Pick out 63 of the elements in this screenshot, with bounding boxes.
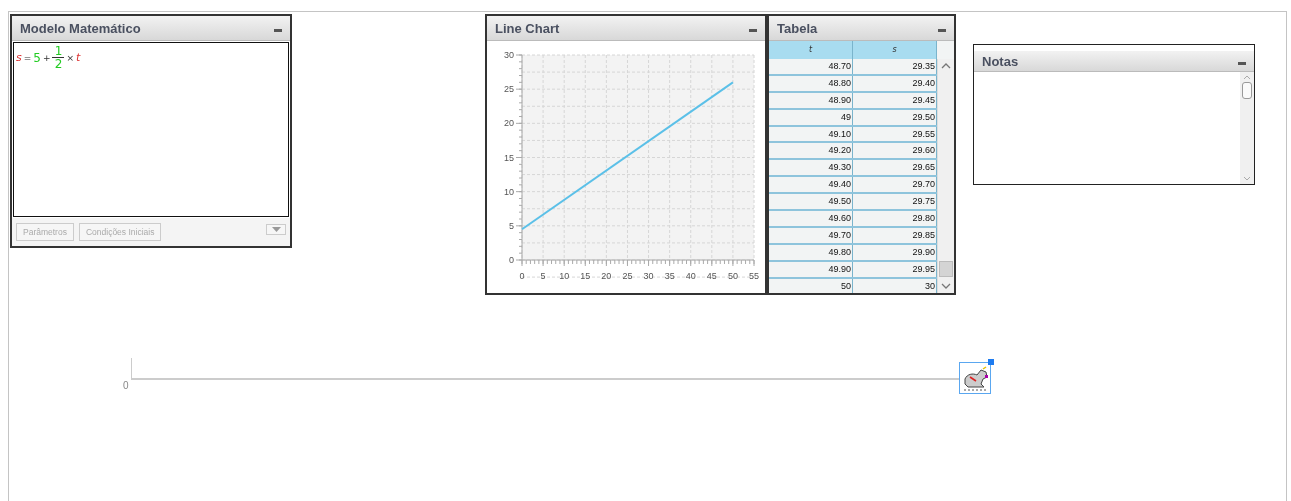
- minimize-button[interactable]: [274, 28, 282, 32]
- y-tick-label: 30: [504, 50, 514, 60]
- x-tick-label: 5: [540, 271, 546, 281]
- table-cell: 48.80: [769, 75, 853, 91]
- table-cell: 49.30: [769, 160, 853, 176]
- table-cell: 49.10: [769, 126, 853, 142]
- panel-title: Line Chart: [495, 20, 560, 36]
- scrollbar[interactable]: [1240, 72, 1254, 184]
- scroll-down-icon[interactable]: [1243, 176, 1251, 181]
- scrollbar[interactable]: [937, 59, 954, 293]
- table-cell: 48.90: [769, 92, 853, 108]
- column-header[interactable]: t: [769, 41, 853, 59]
- x-tick-label: 35: [664, 271, 675, 281]
- x-tick-label: 0: [519, 271, 525, 281]
- minimize-button[interactable]: [938, 28, 946, 32]
- panel-title: Tabela: [777, 20, 818, 36]
- equation-symbol: +: [42, 52, 51, 63]
- equation-symbol: =: [23, 52, 32, 63]
- equation-symbol: s: [16, 51, 22, 64]
- table-cell: 49.60: [769, 211, 853, 226]
- dropdown-button[interactable]: [266, 223, 286, 235]
- table-cell: 50: [769, 278, 853, 293]
- x-tick-label: 15: [580, 271, 591, 281]
- x-tick-label: 55: [749, 271, 759, 281]
- table-cell: 49.40: [769, 177, 853, 193]
- table-cell: 49.80: [769, 244, 853, 260]
- table-cell: 49: [769, 109, 853, 125]
- fraction-numerator: 1: [54, 45, 63, 57]
- table-cell: 49.20: [769, 143, 853, 159]
- equation-symbol: ×: [66, 52, 74, 63]
- y-tick-label: 5: [509, 220, 514, 231]
- table-cell: 49.70: [769, 227, 853, 243]
- y-tick-label: 25: [504, 84, 514, 95]
- fraction-denominator: 2: [54, 58, 63, 70]
- timeline-label: 0: [123, 380, 129, 391]
- scroll-thumb[interactable]: [939, 261, 953, 277]
- x-tick-label: 50: [727, 271, 738, 281]
- scroll-up-icon[interactable]: [1243, 75, 1251, 80]
- minimize-button[interactable]: [1238, 61, 1246, 65]
- equation-symbol: t: [76, 51, 81, 64]
- y-tick-label: 0: [509, 255, 514, 265]
- sprite-icon[interactable]: [959, 362, 991, 394]
- y-tick-label: 20: [504, 118, 514, 129]
- y-tick-label: 10: [504, 186, 514, 197]
- scroll-down-icon[interactable]: [941, 283, 951, 289]
- x-tick-label: 20: [601, 271, 612, 281]
- table-cell: 49.50: [769, 194, 853, 209]
- x-tick-label: 30: [643, 271, 654, 281]
- y-tick-label: 15: [504, 152, 514, 163]
- scroll-thumb[interactable]: [1242, 82, 1252, 99]
- minimize-button[interactable]: [749, 28, 757, 32]
- caret-icon: [271, 226, 281, 232]
- table-cell: 48.70: [769, 59, 853, 74]
- equation-symbol: 5: [33, 50, 41, 65]
- panel-title: Modelo Matemático: [20, 20, 141, 36]
- x-tick-label: 40: [685, 271, 696, 281]
- column-header[interactable]: s: [853, 41, 937, 59]
- x-tick-label: 10: [559, 271, 570, 281]
- panel-title: Notas: [982, 53, 1019, 69]
- table-cell: 49.90: [769, 261, 853, 277]
- x-tick-label: 45: [706, 271, 717, 281]
- scroll-up-icon[interactable]: [941, 63, 951, 69]
- x-tick-label: 25: [622, 271, 633, 281]
